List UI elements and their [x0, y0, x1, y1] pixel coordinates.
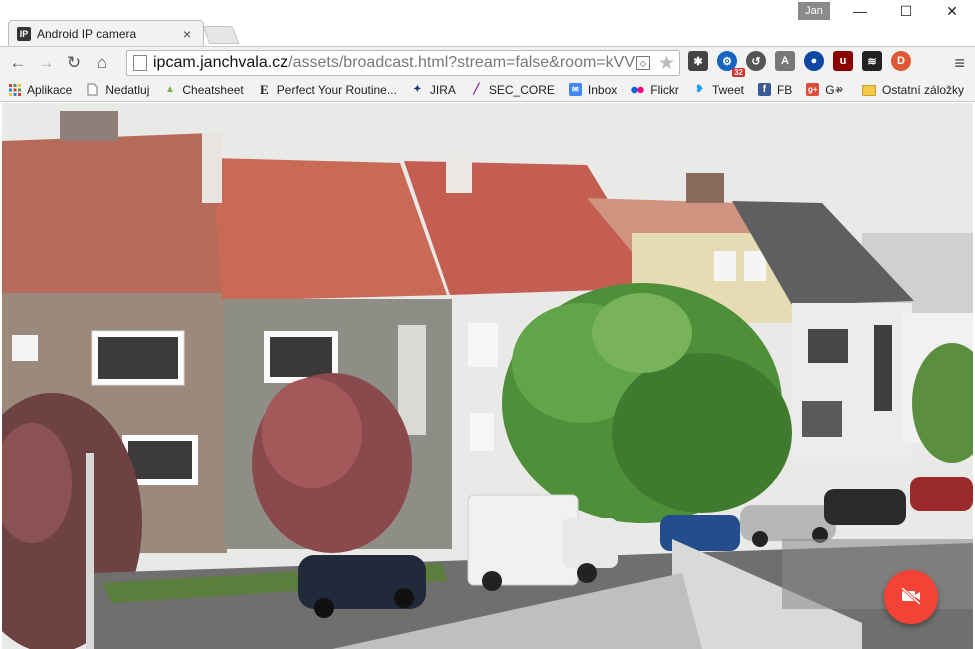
bookmark-label: Aplikace	[27, 82, 73, 97]
orb-icon[interactable]: ●	[804, 51, 824, 71]
reload-button[interactable]: ↻	[60, 49, 88, 77]
url-host: ipcam.janchvala.cz	[153, 54, 289, 71]
bookmark-other-label: Ostatní záložky	[882, 83, 965, 97]
browser-toolbar: ← → ↻ ⌂ ipcam.janchvala.cz /assets/broad…	[0, 46, 975, 78]
bookmark-star-icon[interactable]: ★	[658, 52, 675, 75]
bookmark-flickr[interactable]: Flickr	[631, 83, 679, 97]
bookmark-other-folder[interactable]: Ostatní záložky	[862, 78, 964, 102]
e-letter-icon: E	[259, 81, 269, 97]
tab-favicon-icon: IP	[17, 26, 31, 41]
ublock-icon[interactable]: u	[833, 51, 853, 71]
duckduckgo-icon[interactable]: D	[891, 51, 911, 71]
forward-button[interactable]: →	[32, 49, 60, 77]
android-icon: ▲	[164, 84, 175, 95]
close-window-button[interactable]: ✕	[929, 0, 975, 22]
bookmark-label: Cheatsheet	[182, 82, 244, 97]
folder-icon	[862, 84, 876, 96]
bookmark-label: SEC_CORE	[488, 82, 555, 97]
bug-icon[interactable]: ✱	[688, 51, 708, 71]
url-path: /assets/broadcast.html?stream=false&room…	[288, 54, 646, 71]
flickr-icon	[631, 83, 644, 96]
minimize-button[interactable]: —	[837, 0, 883, 22]
google-plus-icon: g+	[806, 83, 820, 96]
bookmark-jira[interactable]: ✦ JIRA	[411, 83, 456, 97]
camera-frame-image	[2, 103, 973, 649]
layers-icon[interactable]: ≋	[862, 51, 882, 71]
twitter-icon: ❥	[695, 84, 704, 95]
bookmark-label: Flickr	[650, 82, 679, 97]
video-off-icon	[900, 586, 922, 608]
bookmark-cheatsheet[interactable]: ▲ Cheatsheet	[163, 82, 244, 97]
gear-ext-icon[interactable]: ⚙ 32	[717, 51, 745, 77]
new-tab-button[interactable]	[202, 26, 240, 44]
page-action-icon[interactable]: ◇	[635, 56, 650, 70]
bookmark-label: Inbox	[587, 82, 618, 97]
address-bar[interactable]: ipcam.janchvala.cz /assets/broadcast.htm…	[126, 50, 680, 76]
bookmark-label: JIRA	[429, 82, 456, 97]
camera-stream-view	[2, 103, 973, 649]
angular-icon[interactable]: A	[775, 51, 795, 71]
inbox-icon: ✉	[568, 83, 582, 96]
facebook-icon: f	[757, 83, 771, 96]
tab-android-ip-camera[interactable]: IP Android IP camera ×	[8, 20, 204, 46]
bookmark-fb[interactable]: f FB	[757, 82, 793, 97]
bookmark-label: FB	[776, 82, 793, 97]
tab-close-icon[interactable]: ×	[179, 26, 195, 42]
bookmark-label: Tweet	[711, 82, 744, 97]
bookmark-label: Perfect Your Routine...	[276, 82, 397, 97]
maximize-button[interactable]: ☐	[883, 0, 929, 22]
page-icon	[86, 83, 99, 96]
extension-badge: 32	[732, 68, 745, 77]
back-button[interactable]: ←	[4, 49, 32, 77]
bookmark-sec-core[interactable]: ╱ SEC_CORE	[470, 83, 555, 97]
sync-icon[interactable]: ↺	[746, 51, 766, 71]
feather-icon: ╱	[473, 84, 480, 95]
extension-icons: ✱ ⚙ 32 ↺ A ● u ≋ D	[688, 51, 920, 77]
bookmark-nedatluj[interactable]: Nedatluj	[86, 83, 149, 97]
bookmark-aplikace[interactable]: Aplikace	[8, 83, 72, 97]
bookmarks-overflow-chevron-icon[interactable]: »	[836, 81, 843, 96]
address-bar-actions: ◇ ★	[635, 51, 679, 75]
page-icon	[133, 55, 147, 71]
chrome-menu-icon[interactable]: ≡	[954, 53, 965, 74]
stop-video-button[interactable]	[884, 570, 938, 624]
home-button[interactable]: ⌂	[88, 49, 116, 77]
bookmark-label: Nedatluj	[105, 82, 150, 97]
jira-icon: ✦	[413, 84, 422, 95]
bookmark-inbox[interactable]: ✉ Inbox	[568, 82, 618, 97]
bookmark-perfect-your-routine[interactable]: E Perfect Your Routine...	[258, 81, 397, 97]
window-titlebar: IP Android IP camera × Jan — ☐ ✕	[0, 0, 975, 46]
tab-title: Android IP camera	[37, 26, 137, 41]
profile-badge[interactable]: Jan	[798, 2, 830, 20]
bookmark-tweet[interactable]: ❥ Tweet	[693, 83, 744, 97]
bookmarks-bar: Aplikace Nedatluj ▲ Cheatsheet E Perfect…	[0, 78, 975, 102]
apps-grid-icon	[8, 83, 21, 96]
